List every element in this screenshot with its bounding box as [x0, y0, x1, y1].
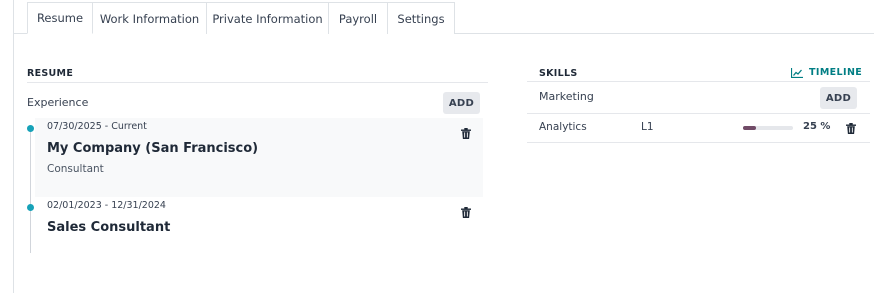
skill-progress-fill: [743, 126, 756, 130]
tab-label: Work Information: [99, 11, 200, 26]
skill-name: Analytics: [539, 121, 587, 133]
tab-label: Resume: [36, 11, 84, 25]
tab-label: Private Information: [212, 11, 323, 26]
skill-group-label: Marketing: [539, 90, 594, 103]
add-resume-button[interactable]: ADD: [443, 92, 480, 114]
tab-private-information[interactable]: Private Information: [206, 2, 329, 34]
entry-title: My Company (San Francisco): [47, 141, 259, 156]
resume-section-title: RESUME: [27, 68, 74, 79]
timeline-label: TIMELINE: [809, 67, 863, 78]
trash-icon[interactable]: [461, 207, 471, 218]
trash-icon[interactable]: [461, 128, 471, 139]
line-chart-icon: [791, 67, 803, 78]
tab-work-information[interactable]: Work Information: [92, 2, 207, 34]
experience-group-label: Experience: [27, 96, 89, 109]
tab-resume[interactable]: Resume: [27, 2, 93, 34]
timeline-dot: [27, 125, 34, 132]
skills-divider: [527, 81, 870, 82]
skill-row-divider: [527, 142, 870, 143]
skill-progress-text: 25 %: [803, 121, 831, 132]
entry-subtitle: Consultant: [47, 163, 104, 175]
entry-date: 02/01/2023 - 12/31/2024: [47, 200, 166, 211]
add-skill-button[interactable]: ADD: [820, 87, 857, 109]
tab-settings[interactable]: Settings: [387, 2, 455, 34]
tab-label: Settings: [397, 11, 445, 26]
timeline-line: [30, 129, 31, 253]
entry-title: Sales Consultant: [47, 220, 171, 235]
timeline-link[interactable]: TIMELINE: [791, 67, 862, 78]
resume-divider: [27, 82, 488, 83]
skill-group-divider: [527, 113, 870, 114]
skill-level: L1: [641, 121, 654, 133]
timeline-dot: [27, 204, 34, 211]
entry-date: 07/30/2025 - Current: [47, 121, 147, 132]
skills-section-title: SKILLS: [539, 68, 578, 79]
tab-label: Payroll: [338, 11, 378, 26]
trash-icon[interactable]: [846, 123, 856, 134]
tab-payroll[interactable]: Payroll: [328, 2, 388, 34]
skill-progress-bar: [743, 126, 793, 130]
